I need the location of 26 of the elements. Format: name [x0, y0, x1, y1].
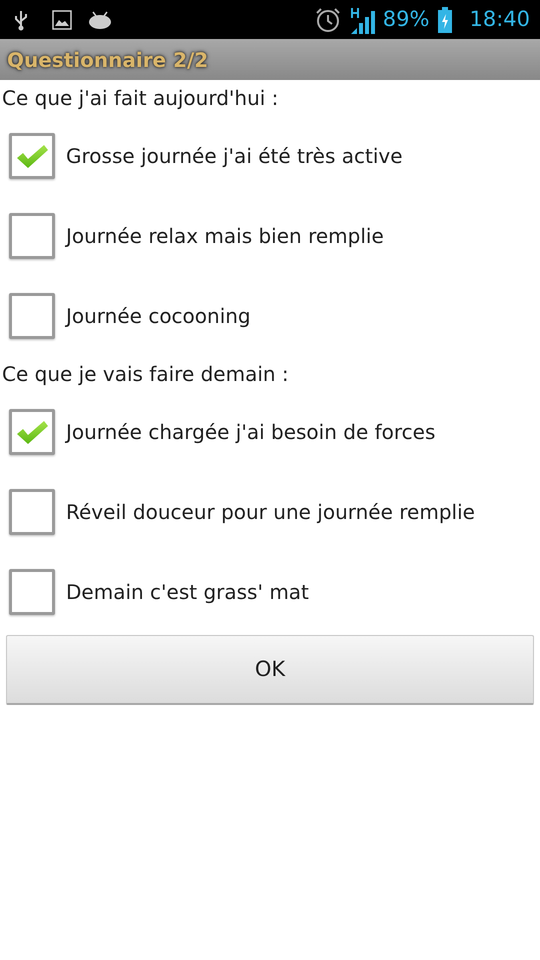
- option-label: Journée chargée j'ai besoin de forces: [66, 419, 436, 446]
- usb-icon: [14, 8, 28, 30]
- checkmark-icon: [15, 418, 49, 446]
- android-icon: [88, 10, 112, 28]
- clock-time: 18:40: [469, 6, 530, 33]
- section-label: Ce que j'ai fait aujourd'hui :: [2, 86, 278, 110]
- option-label: Journée cocooning: [66, 303, 251, 330]
- checkbox[interactable]: [9, 133, 55, 179]
- checkmark-icon: [15, 142, 49, 170]
- signal-icon: [348, 6, 375, 34]
- option-label: Journée relax mais bien remplie: [66, 223, 384, 250]
- checkbox[interactable]: [9, 213, 55, 259]
- checkbox[interactable]: [9, 569, 55, 615]
- ok-button[interactable]: OK: [6, 635, 534, 705]
- checkbox[interactable]: [9, 489, 55, 535]
- checkbox[interactable]: [9, 409, 55, 455]
- window-title: Questionnaire 2/2: [7, 46, 208, 74]
- image-icon: [52, 10, 72, 30]
- option-label: Grosse journée j'ai été très active: [66, 143, 403, 170]
- section-label: Ce que je vais faire demain :: [2, 362, 289, 386]
- alarm-icon: [314, 6, 341, 32]
- option-label: Réveil douceur pour une journée remplie: [66, 499, 475, 526]
- checkbox[interactable]: [9, 293, 55, 339]
- battery-percentage: 89%: [382, 6, 430, 33]
- battery-icon: [437, 6, 454, 32]
- option-label: Demain c'est grass' mat: [66, 579, 309, 606]
